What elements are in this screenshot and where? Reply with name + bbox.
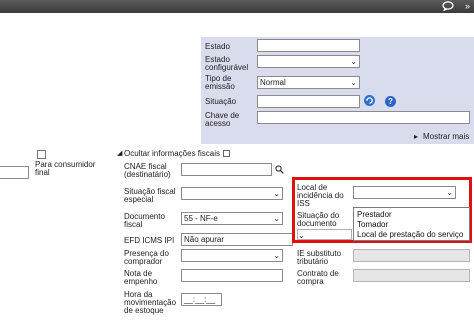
situacao-fiscal-label-2: especial: [124, 195, 154, 204]
chevron-down-icon: ⌄: [350, 78, 357, 87]
estado-configuravel-label-2: configurável: [205, 63, 249, 72]
cnae-label-2: (destinatário): [124, 170, 171, 179]
ocultar-fiscais-link[interactable]: Ocultar informações fiscais: [124, 149, 220, 158]
collapse-icon[interactable]: [223, 150, 230, 157]
documento-fiscal-select[interactable]: 55 - NF-e ⌄: [181, 212, 283, 225]
local-iss-dropdown[interactable]: Prestador Tomador Local de prestação do …: [353, 207, 470, 241]
estado-input[interactable]: [257, 39, 360, 52]
estado-configuravel-select[interactable]: ⌄: [257, 55, 360, 68]
left-cut-input[interactable]: [0, 166, 29, 179]
efd-icms-ipi-value: Não apurar: [184, 235, 225, 244]
documento-fiscal-value: 55 - NF-e: [184, 214, 218, 223]
mostrar-mais-link[interactable]: Mostrar mais: [423, 132, 469, 141]
efd-icms-ipi-label: EFD ICMS IPI: [124, 236, 175, 245]
nota-empenho-label-2: empenho: [124, 277, 158, 286]
refresh-icon[interactable]: [364, 95, 375, 106]
triangle-right-icon: ▸: [414, 132, 419, 141]
chevron-down-icon: ⌄: [273, 214, 280, 223]
consumidor-final-label-2: final: [35, 168, 50, 177]
triangle-down-icon: ◢: [117, 150, 123, 157]
help-icon[interactable]: ?: [385, 96, 396, 107]
chevron-down-icon: ⌄: [350, 57, 357, 66]
ie-substituto-input[interactable]: [353, 249, 470, 262]
presenca-comprador-select[interactable]: ⌄: [181, 249, 283, 262]
tipo-emissao-value: Normal: [260, 78, 286, 87]
documento-fiscal-label-2: fiscal: [124, 220, 143, 229]
chave-acesso-input[interactable]: [257, 111, 470, 124]
tipo-emissao-label-2: emissão: [205, 82, 235, 91]
chevron-down-icon: ⌄: [273, 251, 280, 260]
contrato-compra-input[interactable]: [353, 269, 470, 282]
option-local-prestacao[interactable]: Local de prestação do serviço: [357, 230, 463, 239]
consumidor-final-checkbox[interactable]: [37, 150, 46, 159]
chave-acesso-label-2: acesso: [205, 119, 231, 128]
search-icon[interactable]: [275, 165, 284, 174]
hora-movimentacao-label-3: de estoque: [124, 306, 164, 315]
contrato-compra-label-2: compra: [297, 277, 324, 286]
efd-icms-ipi-select[interactable]: Não apurar: [181, 233, 293, 246]
situacao-label: Situação: [205, 97, 237, 106]
ie-substituto-label-2: tributário: [297, 257, 329, 266]
presenca-comprador-label-2: comprador: [124, 257, 163, 266]
situacao-input[interactable]: [257, 95, 360, 108]
estado-label: Estado: [205, 42, 230, 51]
option-tomador[interactable]: Tomador: [357, 220, 388, 229]
chevron-down-icon: ⌄: [273, 189, 280, 198]
more-menu-icon[interactable]: »: [465, 1, 470, 11]
cnae-input[interactable]: [181, 163, 272, 176]
top-bar: »: [0, 0, 474, 13]
hora-movimentacao-value: __:__:__: [184, 295, 216, 304]
filter-panel: [201, 37, 474, 144]
situacao-fiscal-select[interactable]: ⌄: [181, 187, 283, 200]
chat-icon[interactable]: [442, 1, 454, 11]
hora-movimentacao-input[interactable]: __:__:__: [181, 293, 222, 306]
option-prestador[interactable]: Prestador: [357, 210, 392, 219]
nota-empenho-input[interactable]: [181, 269, 283, 282]
tipo-emissao-select[interactable]: Normal ⌄: [257, 76, 360, 89]
